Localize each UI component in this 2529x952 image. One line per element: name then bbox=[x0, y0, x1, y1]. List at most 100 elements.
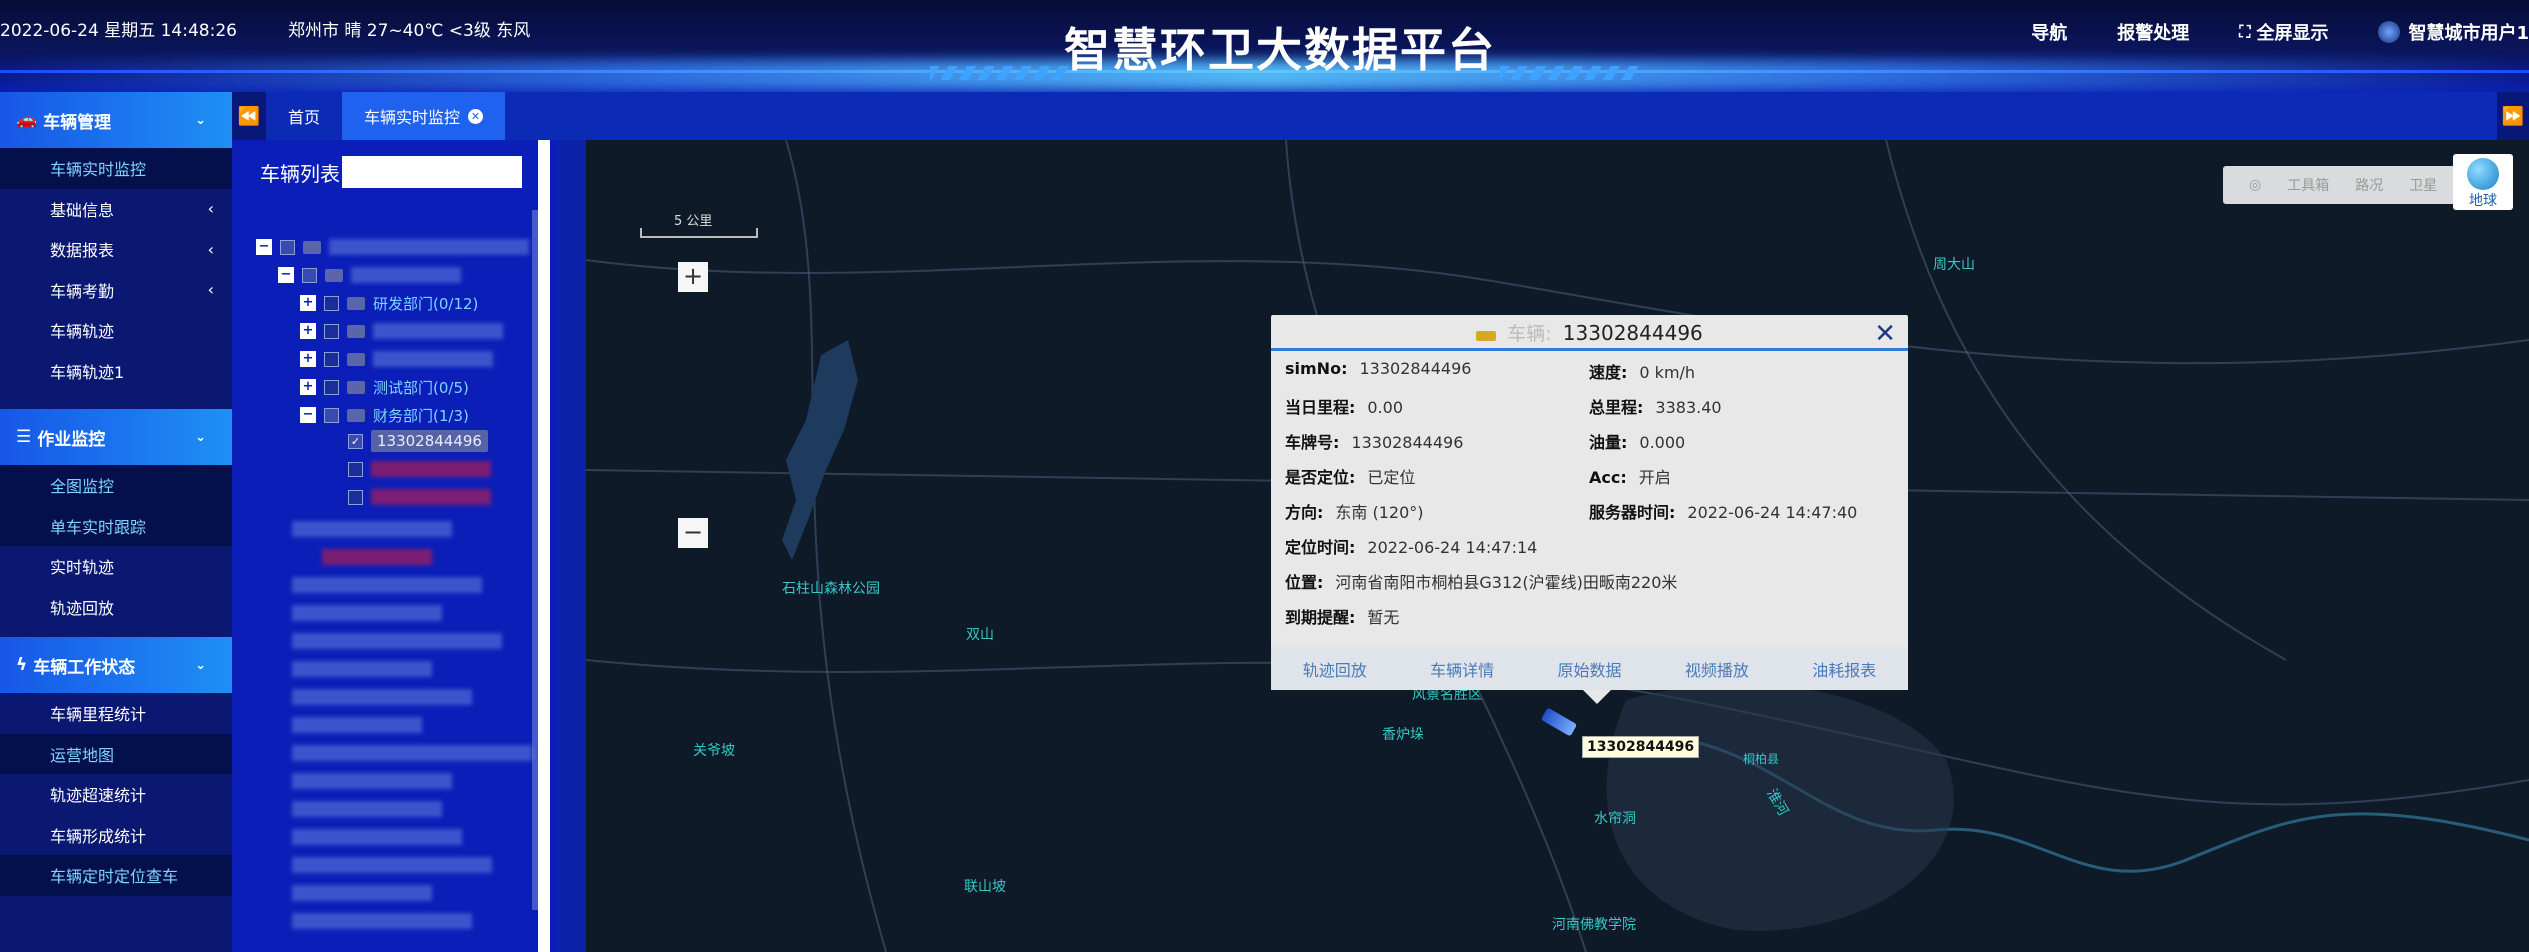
tree-node-redacted[interactable] bbox=[292, 686, 472, 708]
vehicle-node-selected[interactable]: 13302844496 bbox=[371, 430, 488, 452]
sidebar-item-formation[interactable]: 车辆形成统计 bbox=[0, 815, 232, 856]
tab-home[interactable]: 首页 bbox=[266, 92, 342, 140]
field-speed: 速度: 0 km/h bbox=[1589, 359, 1695, 383]
tree-checkbox[interactable] bbox=[324, 351, 339, 367]
close-icon[interactable]: ✕ bbox=[1874, 319, 1896, 349]
tree-checkbox[interactable] bbox=[348, 489, 363, 505]
vehicle-details-link[interactable]: 车辆详情 bbox=[1430, 657, 1494, 681]
sidebar-item-overspeed[interactable]: 轨迹超速统计 bbox=[0, 774, 232, 815]
tree-checkbox[interactable] bbox=[324, 407, 339, 423]
redacted-text bbox=[292, 913, 472, 929]
tree-node-redacted[interactable] bbox=[292, 602, 442, 624]
tree-checkbox[interactable] bbox=[280, 239, 295, 255]
expand-icon[interactable]: + bbox=[300, 323, 316, 339]
user-name: 智慧城市用户1 bbox=[2408, 23, 2529, 44]
video-playback-link[interactable]: 视频播放 bbox=[1685, 657, 1749, 681]
tree-checkbox[interactable] bbox=[302, 267, 317, 283]
section-vehicle-management[interactable]: 🚗 车辆管理 ⌄ bbox=[0, 92, 232, 148]
satellite-button[interactable]: 卫星 bbox=[2409, 175, 2437, 195]
sidebar-item-reports[interactable]: 数据报表 ‹ bbox=[0, 229, 232, 270]
tree-checkbox[interactable]: ✓ bbox=[348, 433, 363, 449]
tree-node-finance[interactable]: − 财务部门(1/3) bbox=[300, 404, 469, 426]
alarm-button[interactable]: 报警处理 bbox=[2117, 19, 2189, 45]
tree-checkbox[interactable] bbox=[324, 323, 339, 339]
expand-icon[interactable]: + bbox=[300, 379, 316, 395]
fuel-report-link[interactable]: 油耗报表 bbox=[1812, 657, 1876, 681]
sidebar-item-track[interactable]: 车辆轨迹 bbox=[0, 310, 232, 351]
tree-node-redacted[interactable] bbox=[292, 742, 532, 764]
tree-node-redacted[interactable] bbox=[292, 910, 472, 932]
collapse-icon[interactable]: − bbox=[278, 267, 294, 283]
tree-node-redacted[interactable]: + bbox=[300, 348, 493, 370]
expand-tabs-button[interactable]: ⏩ bbox=[2497, 92, 2529, 140]
tree-vehicle-row[interactable]: ✓ 13302844496 bbox=[348, 430, 488, 452]
tree-checkbox[interactable] bbox=[324, 295, 339, 311]
tree-node-redacted[interactable] bbox=[292, 658, 432, 680]
earth-view-button[interactable]: 地球 bbox=[2453, 154, 2513, 210]
double-right-icon: ⏩ bbox=[2501, 105, 2525, 127]
tree-org-row[interactable]: − bbox=[278, 264, 461, 286]
collapse-icon[interactable]: − bbox=[300, 407, 316, 423]
raw-data-link[interactable]: 原始数据 bbox=[1557, 657, 1621, 681]
section-work-status[interactable]: ϟ 车辆工作状态 ⌄ bbox=[0, 637, 232, 693]
vehicle-marker-label[interactable]: 13302844496 bbox=[1582, 736, 1700, 758]
redacted-text bbox=[292, 857, 492, 873]
tree-node-redacted[interactable] bbox=[292, 854, 492, 876]
sidebar-item-playback[interactable]: 轨迹回放 bbox=[0, 587, 232, 628]
fullscreen-button[interactable]: ⛶ 全屏显示 bbox=[2239, 19, 2328, 45]
popup-vehicle-number: 13302844496 bbox=[1562, 321, 1703, 345]
tree-vehicle-row[interactable] bbox=[348, 458, 491, 480]
place-label: 联山坡 bbox=[964, 879, 1006, 895]
tree-node-redacted[interactable] bbox=[292, 770, 452, 792]
place-label: 水帘洞 bbox=[1594, 811, 1636, 827]
zoom-out-button[interactable]: − bbox=[678, 518, 708, 548]
field-key: 车牌号: bbox=[1285, 433, 1340, 452]
tab-realtime-monitor[interactable]: 车辆实时监控 ✕ bbox=[342, 92, 506, 140]
sidebar-item-attendance[interactable]: 车辆考勤 ‹ bbox=[0, 270, 232, 311]
collapse-icon[interactable]: − bbox=[256, 239, 272, 255]
navigate-button[interactable]: 导航 bbox=[2031, 19, 2067, 45]
sidebar-item-mileage[interactable]: 车辆里程统计 bbox=[0, 693, 232, 734]
tree-node-redacted[interactable] bbox=[292, 630, 502, 652]
user-menu[interactable]: 智慧城市用户1 bbox=[2378, 19, 2529, 45]
traffic-button[interactable]: 路况 bbox=[2355, 175, 2383, 195]
tree-node-redacted[interactable] bbox=[292, 882, 432, 904]
close-icon[interactable]: ✕ bbox=[468, 108, 484, 124]
tree-scrollbar[interactable] bbox=[538, 140, 550, 952]
tree-node-redacted[interactable] bbox=[322, 546, 432, 568]
popup-vehicle-label: 车辆: bbox=[1507, 323, 1552, 345]
tree-node-redacted[interactable]: + bbox=[300, 320, 503, 342]
tree-node-redacted[interactable] bbox=[292, 714, 422, 736]
sidebar-item-full-map[interactable]: 全图监控 bbox=[0, 465, 232, 506]
sidebar-item-realtime-monitor[interactable]: 车辆实时监控 bbox=[0, 148, 232, 189]
tree-node-dev[interactable]: + 研发部门(0/12) bbox=[300, 292, 478, 314]
tree-checkbox[interactable] bbox=[324, 379, 339, 395]
collapse-sidebar-button[interactable]: ⏪ bbox=[232, 92, 266, 140]
field-value: 已定位 bbox=[1367, 468, 1416, 487]
sidebar-item-realtime-track[interactable]: 实时轨迹 bbox=[0, 546, 232, 587]
sidebar-item-basic-info[interactable]: 基础信息 ‹ bbox=[0, 189, 232, 230]
sidebar-item-timed-locate[interactable]: 车辆定时定位查车 bbox=[0, 855, 232, 896]
tree-node-redacted[interactable] bbox=[292, 518, 452, 540]
redacted-text bbox=[292, 633, 502, 649]
tree-node-redacted[interactable] bbox=[292, 798, 442, 820]
toolbox-button[interactable]: 工具箱 bbox=[2287, 175, 2329, 195]
tree-node-redacted[interactable] bbox=[292, 574, 482, 596]
expand-icon[interactable]: + bbox=[300, 295, 316, 311]
sidebar-item-single-track[interactable]: 单车实时跟踪 bbox=[0, 505, 232, 546]
field-key: simNo: bbox=[1285, 359, 1348, 378]
track-playback-link[interactable]: 轨迹回放 bbox=[1303, 657, 1367, 681]
sidebar-item-ops-map[interactable]: 运营地图 bbox=[0, 733, 232, 774]
tree-checkbox[interactable] bbox=[348, 461, 363, 477]
tree-node-redacted[interactable] bbox=[292, 826, 462, 848]
tree-node-test[interactable]: + 测试部门(0/5) bbox=[300, 376, 469, 398]
folder-icon bbox=[347, 296, 365, 310]
expand-icon[interactable]: + bbox=[300, 351, 316, 367]
section-job-monitor[interactable]: ☰ 作业监控 ⌄ bbox=[0, 409, 232, 465]
tree-search-input[interactable] bbox=[342, 156, 522, 188]
sidebar-item-label: 全图监控 bbox=[50, 477, 115, 497]
tree-root-row[interactable]: − bbox=[256, 236, 529, 258]
sidebar-item-track1[interactable]: 车辆轨迹1 bbox=[0, 351, 232, 392]
tree-vehicle-row[interactable] bbox=[348, 486, 491, 508]
zoom-in-button[interactable]: + bbox=[678, 262, 708, 292]
